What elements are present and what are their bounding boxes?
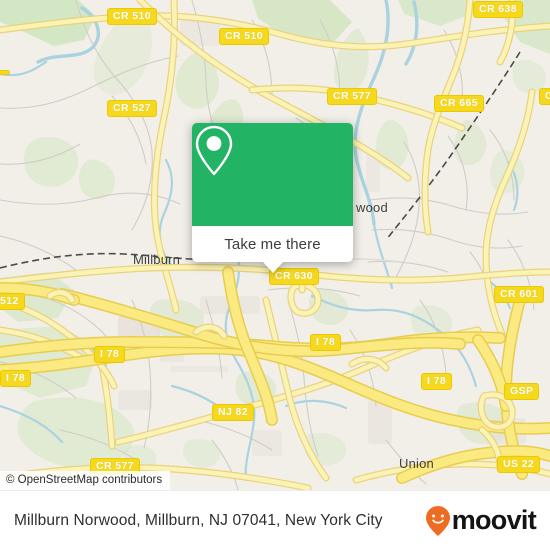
moovit-logo[interactable]: moovit [425,505,537,537]
road-shield-cr601[interactable]: CR 601 [494,286,545,303]
map-screenshot: .w { fill:none;stroke:#aad3df;stroke-wid… [0,0,550,550]
road-shield-cr527[interactable]: CR 527 [107,100,158,117]
footer-bar: Millburn Norwood, Millburn, NJ 07041, Ne… [0,490,550,550]
moovit-pin-smiley-icon [425,505,450,536]
place-label-maplewood: wood [356,200,388,215]
osm-attribution[interactable]: © OpenStreetMap contributors [0,471,171,490]
road-shield-cr510-a[interactable]: CR 510 [107,8,158,25]
popup-action-bar[interactable]: Take me there [192,226,353,262]
place-label-union: Union [399,456,434,471]
popup-pointer-tail [262,262,283,273]
destination-popup-card[interactable]: Take me there [192,123,353,273]
road-shield-cr510-b[interactable]: CR 510 [219,28,270,45]
map-canvas[interactable]: .w { fill:none;stroke:#aad3df;stroke-wid… [0,0,550,490]
road-shield-cr577-a[interactable]: CR 577 [327,88,378,105]
road-shield-partial-right[interactable]: C [539,88,550,105]
road-shield-gsp[interactable]: GSP [504,383,540,400]
moovit-wordmark: moovit [451,505,537,535]
road-shield-i78-b[interactable]: I 78 [310,334,342,351]
road-shield-partial-left[interactable] [0,70,10,75]
road-shield-i78-c[interactable]: I 78 [0,370,32,387]
road-shield-i78-a[interactable]: I 78 [94,346,126,363]
road-shield-nj82[interactable]: NJ 82 [212,404,255,421]
road-shield-cr665[interactable]: CR 665 [434,95,485,112]
location-address-text: Millburn Norwood, Millburn, NJ 07041, Ne… [14,511,383,529]
place-label-millburn: Millburn [133,252,181,267]
road-shield-cr638[interactable]: CR 638 [473,1,524,18]
road-shield-512[interactable]: 512 [0,293,25,310]
popup-header [192,123,353,226]
road-shield-us22[interactable]: US 22 [497,456,541,473]
road-shield-i78-d[interactable]: I 78 [421,373,453,390]
take-me-there-label: Take me there [224,235,321,253]
map-pin-icon [195,125,233,176]
